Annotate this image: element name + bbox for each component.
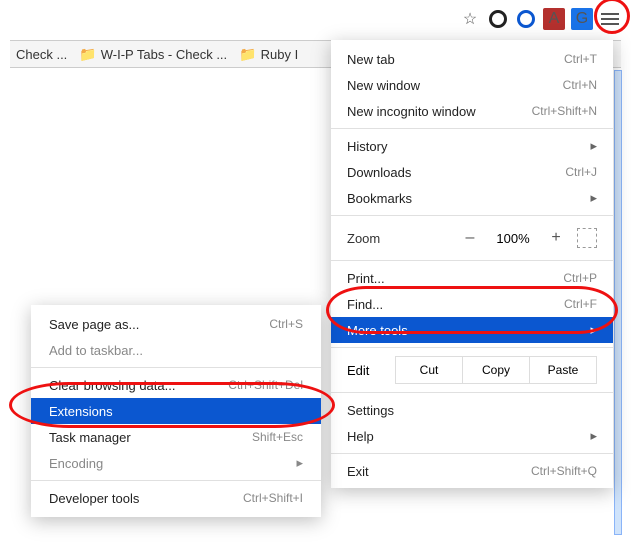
menu-exit[interactable]: ExitCtrl+Shift+Q <box>331 458 613 484</box>
separator <box>331 128 613 129</box>
chevron-right-icon: ▸ <box>590 138 597 154</box>
more-tools-submenu: Save page as...Ctrl+S Add to taskbar... … <box>31 305 321 517</box>
edit-label: Edit <box>347 363 395 378</box>
submenu-extensions[interactable]: Extensions <box>31 398 321 424</box>
bookmark-folder-item[interactable]: 📁Ruby I <box>239 46 298 63</box>
extension-circle-outline-icon[interactable] <box>487 8 509 30</box>
browser-toolbar: ☆ A G <box>459 4 621 34</box>
menu-find[interactable]: Find...Ctrl+F <box>331 291 613 317</box>
separator <box>31 367 321 368</box>
bookmark-folder-item[interactable]: 📁W-I-P Tabs - Check ... <box>79 46 227 63</box>
copy-button[interactable]: Copy <box>462 357 529 383</box>
extension-circle-blue-icon[interactable] <box>515 8 537 30</box>
menu-history[interactable]: History▸ <box>331 133 613 159</box>
separator <box>331 392 613 393</box>
menu-new-incognito[interactable]: New incognito windowCtrl+Shift+N <box>331 98 613 124</box>
separator <box>331 260 613 261</box>
google-translate-icon[interactable]: G <box>571 8 593 30</box>
folder-icon: 📁 <box>79 46 96 63</box>
chevron-right-icon: ▸ <box>296 455 303 471</box>
menu-edit-row: Edit Cut Copy Paste <box>331 352 613 388</box>
menu-print[interactable]: Print...Ctrl+P <box>331 265 613 291</box>
submenu-clear-browsing[interactable]: Clear browsing data...Ctrl+Shift+Del <box>31 372 321 398</box>
submenu-developer-tools[interactable]: Developer toolsCtrl+Shift+I <box>31 485 321 511</box>
folder-icon: 📁 <box>239 46 256 63</box>
separator <box>331 453 613 454</box>
menu-downloads[interactable]: DownloadsCtrl+J <box>331 159 613 185</box>
bookmark-item[interactable]: Check ... <box>16 47 67 62</box>
submenu-task-manager[interactable]: Task managerShift+Esc <box>31 424 321 450</box>
scrollbar[interactable] <box>614 70 622 535</box>
hamburger-menu-icon[interactable] <box>599 9 621 29</box>
menu-new-tab[interactable]: New tabCtrl+T <box>331 46 613 72</box>
menu-new-window[interactable]: New windowCtrl+N <box>331 72 613 98</box>
chevron-right-icon: ▸ <box>590 322 597 338</box>
zoom-out-button[interactable]: – <box>459 229 481 247</box>
submenu-add-taskbar[interactable]: Add to taskbar... <box>31 337 321 363</box>
adobe-icon[interactable]: A <box>543 8 565 30</box>
submenu-save-page[interactable]: Save page as...Ctrl+S <box>31 311 321 337</box>
menu-more-tools[interactable]: More tools▸ <box>331 317 613 343</box>
chevron-right-icon: ▸ <box>590 190 597 206</box>
separator <box>331 215 613 216</box>
paste-button[interactable]: Paste <box>529 357 596 383</box>
separator <box>331 347 613 348</box>
star-icon[interactable]: ☆ <box>459 8 481 30</box>
menu-help[interactable]: Help▸ <box>331 423 613 449</box>
cut-button[interactable]: Cut <box>396 357 462 383</box>
menu-bookmarks[interactable]: Bookmarks▸ <box>331 185 613 211</box>
fullscreen-icon[interactable] <box>577 228 597 248</box>
submenu-encoding[interactable]: Encoding▸ <box>31 450 321 476</box>
chevron-right-icon: ▸ <box>590 428 597 444</box>
menu-zoom-row: Zoom – 100% + <box>331 220 613 256</box>
menu-settings[interactable]: Settings <box>331 397 613 423</box>
separator <box>31 480 321 481</box>
chrome-main-menu: New tabCtrl+T New windowCtrl+N New incog… <box>331 40 613 488</box>
zoom-label: Zoom <box>347 231 380 246</box>
zoom-value: 100% <box>491 231 535 246</box>
zoom-in-button[interactable]: + <box>545 229 567 247</box>
